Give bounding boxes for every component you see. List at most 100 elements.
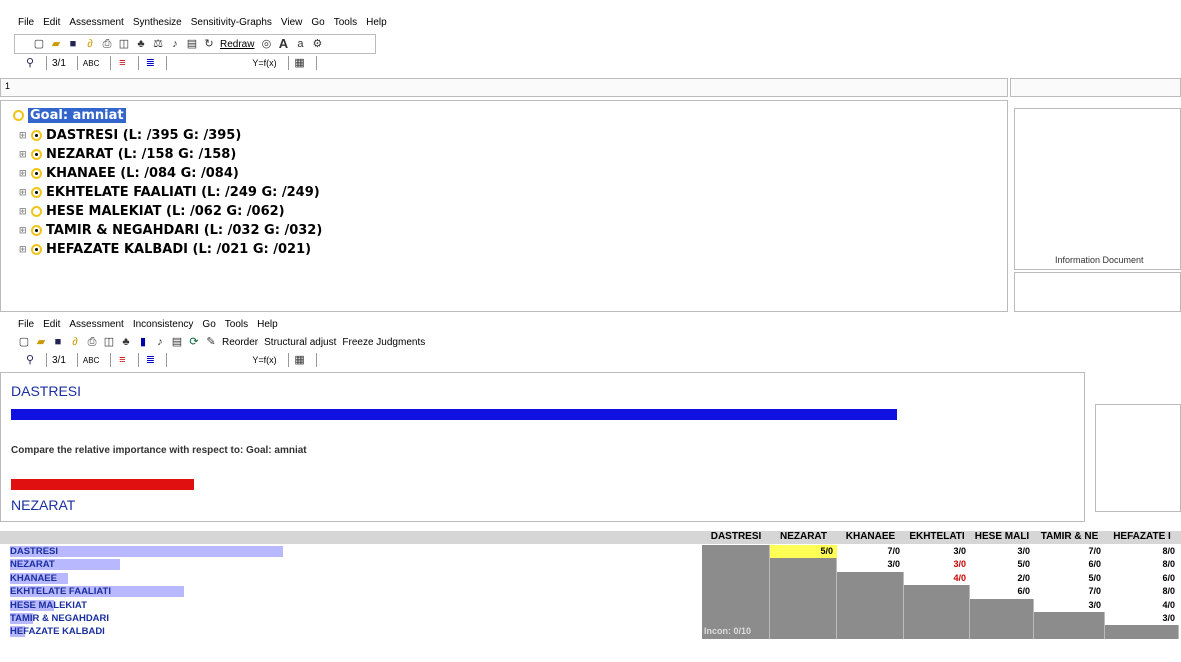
binoculars-icon[interactable]: ⚲ (24, 57, 36, 69)
menu-tools[interactable]: Tools (334, 17, 357, 28)
eye-icon[interactable]: ◎ (260, 38, 272, 50)
freeze-judgments-button[interactable]: Freeze Judgments (342, 337, 425, 348)
menu-file[interactable]: File (18, 319, 34, 330)
refresh-icon[interactable]: ⟳ (188, 336, 200, 348)
formula-button[interactable]: Y=f(x) (252, 355, 276, 365)
matrix-column-header[interactable]: HESE MALI (970, 530, 1034, 544)
pen-icon[interactable]: ✎ (205, 336, 217, 348)
matrix-cell[interactable]: 8/0 (1105, 545, 1179, 559)
grid-icon[interactable]: ▦ (294, 354, 306, 366)
tree-node[interactable]: ⊞ TAMIR & NEGAHDARI (L: /032 G: /032) (19, 221, 322, 240)
matrix-cell[interactable]: 8/0 (1105, 585, 1179, 599)
menu-go[interactable]: Go (202, 319, 215, 330)
menu-file[interactable]: File (18, 17, 34, 28)
grid-icon[interactable]: ▦ (294, 57, 306, 69)
right-element-bar[interactable] (11, 479, 194, 490)
matrix-cell[interactable]: 5/0 (770, 545, 837, 559)
matrix-cell[interactable]: 2/0 (970, 571, 1034, 586)
table-icon[interactable]: ▤ (186, 38, 198, 50)
matrix-column-header[interactable]: DASTRESI (702, 530, 770, 544)
settings-icon[interactable]: ⚙ (311, 38, 323, 50)
reorder-button[interactable]: Reorder (222, 337, 258, 348)
matrix-cell[interactable]: 6/0 (970, 585, 1034, 599)
menu-edit[interactable]: Edit (43, 17, 60, 28)
formula-button[interactable]: Y=f(x) (252, 58, 276, 68)
structural-adjust-button[interactable]: Structural adjust (264, 337, 336, 348)
abc-format-button[interactable]: ABC (83, 356, 99, 365)
save-icon[interactable]: ■ (67, 38, 79, 50)
expand-icon[interactable]: ⊞ (19, 169, 31, 179)
menu-assessment[interactable]: Assessment (69, 319, 123, 330)
color-bars-icon[interactable]: ≡ (116, 354, 128, 366)
left-element-bar[interactable] (11, 409, 897, 420)
matrix-column-header[interactable]: EKHTELATI (904, 530, 970, 544)
save-icon[interactable]: ■ (52, 336, 64, 348)
new-file-icon[interactable]: ▢ (18, 336, 30, 348)
tree-node[interactable]: ⊞ HEFAZATE KALBADI (L: /021 G: /021) (19, 240, 322, 259)
matrix-row-label[interactable]: KHANAEE (10, 573, 57, 585)
numeric-format-button[interactable]: 3/1 (52, 355, 66, 366)
open-folder-icon[interactable]: ▰ (35, 336, 47, 348)
menu-help[interactable]: Help (366, 17, 387, 28)
expand-icon[interactable]: ⊞ (19, 226, 31, 236)
link-icon[interactable]: ∂ (69, 336, 81, 348)
hierarchy-icon[interactable]: ♣ (135, 38, 147, 50)
document-icon[interactable]: ▮ (137, 336, 149, 348)
music-icon[interactable]: ♪ (169, 38, 181, 50)
matrix-cell[interactable]: 3/0 (904, 558, 970, 572)
color-bars-icon[interactable]: ≡ (116, 57, 128, 69)
redraw-icon[interactable]: ↻ (203, 38, 215, 50)
menu-go[interactable]: Go (311, 17, 324, 28)
redraw-button[interactable]: Redraw (220, 39, 254, 50)
expand-icon[interactable]: ⊞ (19, 150, 31, 160)
menu-assessment[interactable]: Assessment (69, 17, 123, 28)
scale-icon[interactable]: ⚖ (152, 38, 164, 50)
matrix-cell[interactable]: 5/0 (970, 558, 1034, 572)
matrix-cell[interactable]: 4/0 (904, 571, 970, 586)
numeric-format-button[interactable]: 3/1 (52, 58, 66, 69)
matrix-cell[interactable]: 4/0 (1105, 598, 1179, 612)
expand-icon[interactable]: ⊞ (19, 188, 31, 198)
binoculars-icon[interactable]: ⚲ (24, 354, 36, 366)
matrix-column-header[interactable]: HEFAZATE I (1105, 530, 1179, 544)
open-folder-icon[interactable]: ▰ (50, 38, 62, 50)
matrix-cell[interactable]: 5/0 (1034, 571, 1105, 586)
abc-format-button[interactable]: ABC (83, 59, 99, 68)
matrix-row-label[interactable]: HEFAZATE KALBADI (10, 626, 105, 638)
tree-node[interactable]: ⊞ KHANAEE (L: /084 G: /084) (19, 164, 322, 183)
matrix-column-header[interactable]: NEZARAT (770, 530, 837, 544)
music-icon[interactable]: ♪ (154, 336, 166, 348)
matrix-cell[interactable]: 7/0 (837, 545, 904, 559)
menu-sensitivity-graphs[interactable]: Sensitivity-Graphs (191, 17, 272, 28)
font-smaller-icon[interactable]: a (294, 38, 306, 50)
print-preview-icon[interactable]: ◫ (103, 336, 115, 348)
print-preview-icon[interactable]: ◫ (118, 38, 130, 50)
link-icon[interactable]: ∂ (84, 38, 96, 50)
information-document-panel[interactable]: Information Document (1014, 108, 1181, 270)
matrix-cell[interactable]: 6/0 (1034, 558, 1105, 572)
menu-edit[interactable]: Edit (43, 319, 60, 330)
menu-help[interactable]: Help (257, 319, 278, 330)
table-icon[interactable]: ▤ (171, 336, 183, 348)
expand-icon[interactable]: ⊞ (19, 207, 31, 217)
print-icon[interactable]: ⎙ (101, 38, 113, 50)
matrix-row-label[interactable]: EKHTELATE FAALIATI (10, 586, 111, 598)
matrix-cell[interactable]: 3/0 (1034, 598, 1105, 612)
matrix-cell[interactable]: 8/0 (1105, 558, 1179, 572)
hierarchy-icon[interactable]: ♣ (120, 336, 132, 348)
matrix-cell[interactable]: 6/0 (1105, 571, 1179, 586)
tree-node[interactable]: ⊞ NEZARAT (L: /158 G: /158) (19, 145, 322, 164)
new-file-icon[interactable]: ▢ (33, 38, 45, 50)
matrix-cell[interactable]: 3/0 (837, 558, 904, 572)
menu-tools[interactable]: Tools (225, 319, 248, 330)
matrix-column-header[interactable]: KHANAEE (837, 530, 904, 544)
matrix-column-header[interactable]: TAMIR & NE (1034, 530, 1105, 544)
font-larger-icon[interactable]: A (277, 37, 289, 50)
expand-icon[interactable]: ⊞ (19, 245, 31, 255)
matrix-cell[interactable]: 3/0 (904, 545, 970, 559)
matrix-row-label[interactable]: DASTRESI (10, 546, 58, 558)
bar-chart-icon[interactable]: ≣ (144, 354, 156, 366)
expand-icon[interactable]: ⊞ (19, 131, 31, 141)
menu-inconsistency[interactable]: Inconsistency (133, 319, 194, 330)
tree-node[interactable]: ⊞ DASTRESI (L: /395 G: /395) (19, 126, 322, 145)
